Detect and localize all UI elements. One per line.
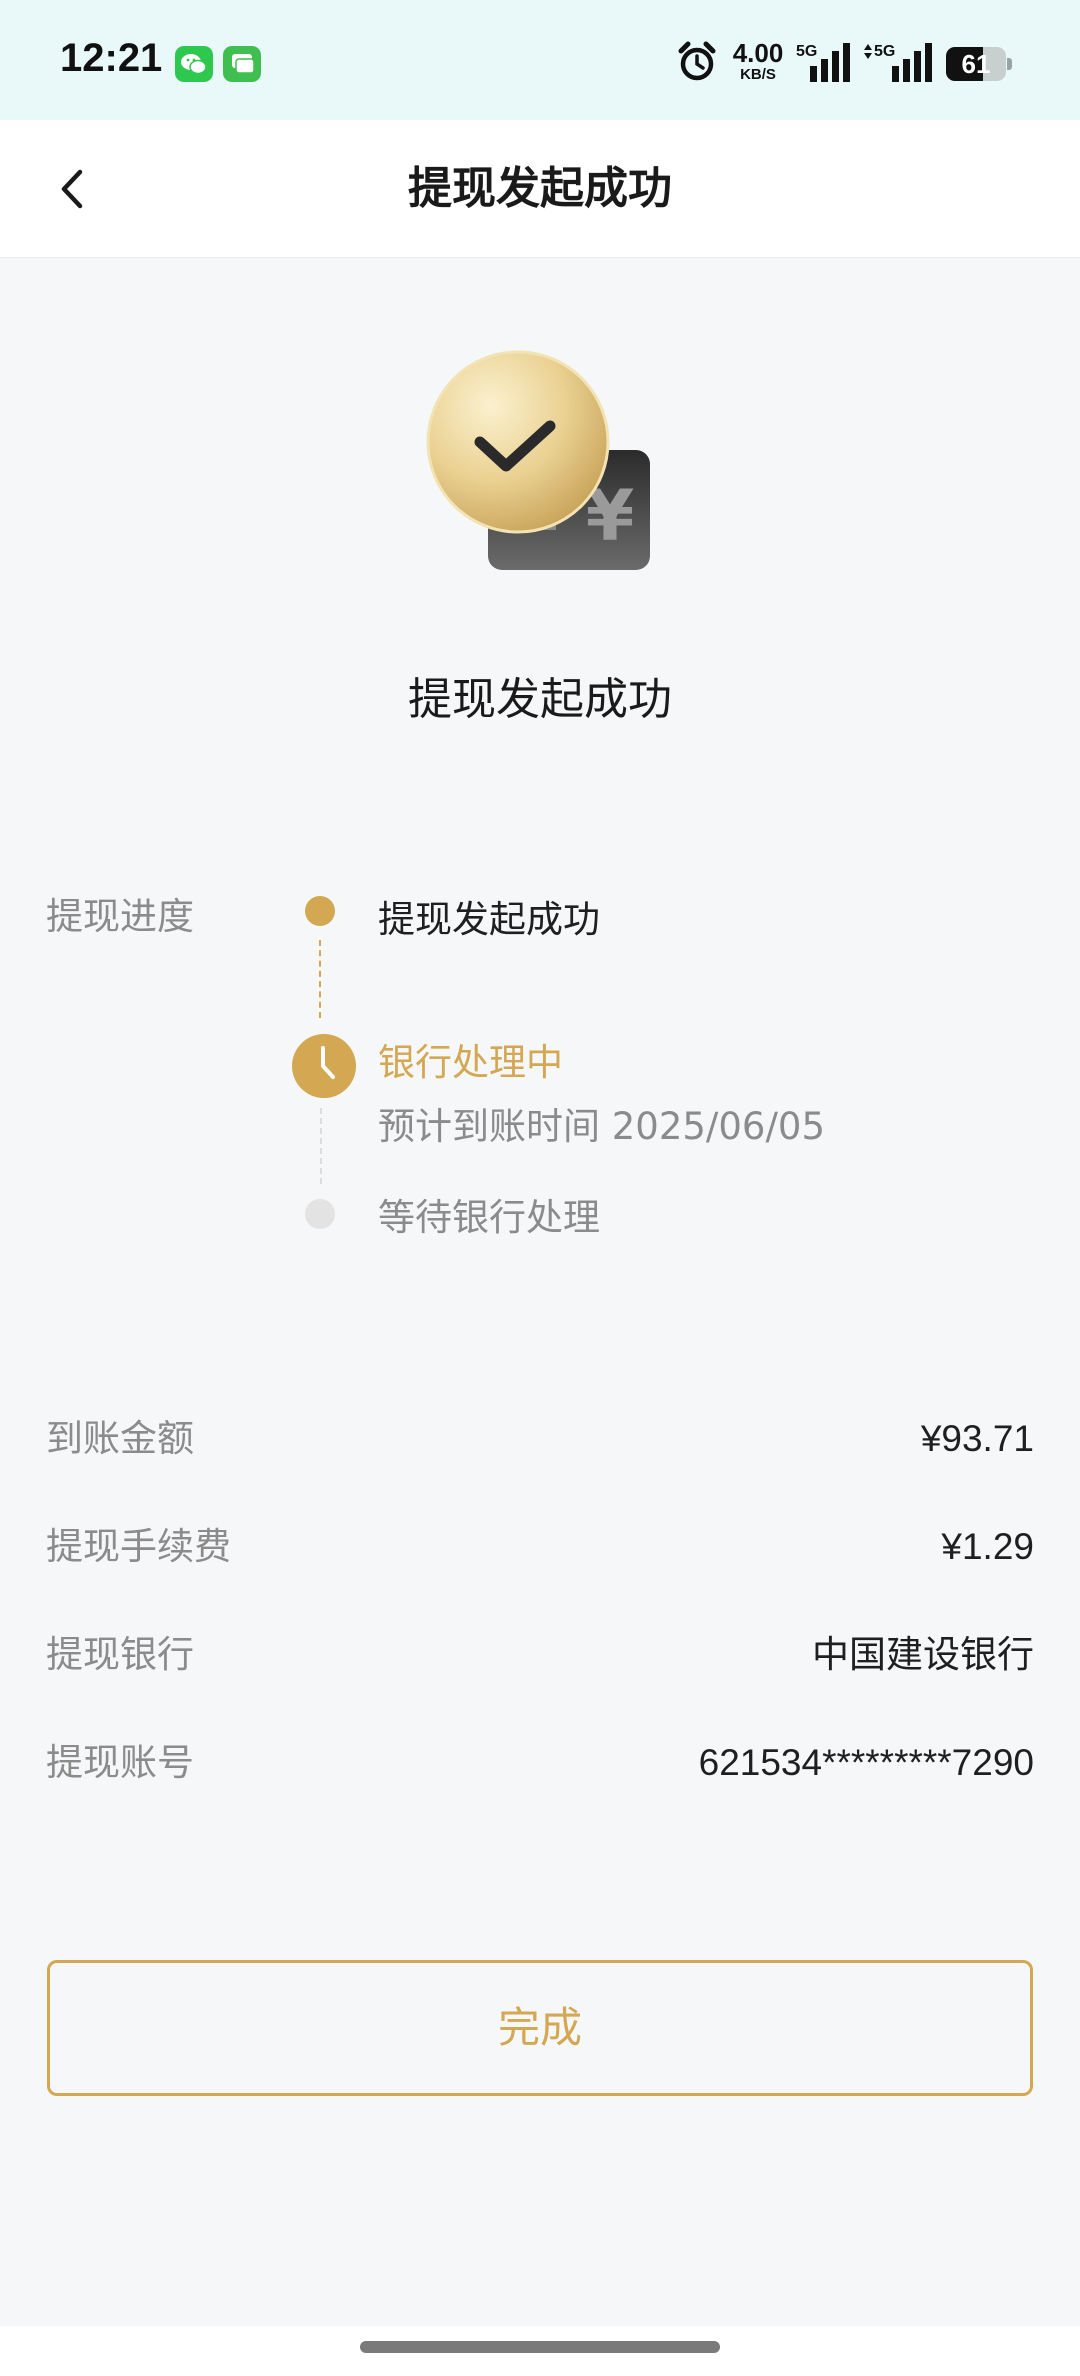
timeline-connector	[319, 940, 321, 1018]
battery-icon: 61	[946, 47, 1012, 81]
estimated-arrival-time: 预计到账时间 2025/06/05	[378, 1105, 826, 1148]
timeline-connector-pending	[320, 1108, 322, 1184]
step-done-dot	[305, 896, 335, 926]
svg-text:5G: 5G	[796, 43, 817, 60]
detail-value: ¥93.71	[920, 1418, 1034, 1459]
signal-icon: 5G	[796, 40, 852, 84]
nav-bar: 提现发起成功	[0, 120, 1080, 258]
battery-level: 61	[961, 49, 991, 79]
detail-label: 到账金额	[46, 1417, 194, 1460]
detail-label: 提现手续费	[46, 1525, 231, 1568]
network-speed-value: 4.00	[732, 38, 784, 68]
clock-icon	[292, 1034, 356, 1098]
detail-label: 提现账号	[46, 1741, 194, 1784]
page-title: 提现发起成功	[408, 163, 672, 214]
success-heading: 提现发起成功	[408, 674, 672, 725]
step-initiated: 提现发起成功	[378, 898, 600, 941]
message-icon	[223, 46, 261, 82]
step-bank-processing: 银行处理中	[378, 1041, 563, 1084]
detail-row-account: 提现账号 621534*********7290	[46, 1735, 1034, 1791]
svg-text:5G: 5G	[874, 43, 895, 60]
detail-value: 621534*********7290	[698, 1742, 1034, 1783]
alarm-icon	[676, 40, 718, 84]
detail-value: 中国建设银行	[812, 1634, 1034, 1675]
detail-row-bank: 提现银行 中国建设银行	[46, 1627, 1034, 1683]
status-bar: 12:21 4.00 KB/S 5G 5G 61	[0, 0, 1080, 120]
step-pending-dot	[305, 1199, 335, 1229]
home-indicator[interactable]	[360, 2341, 720, 2353]
status-time: 12:21	[60, 36, 163, 80]
detail-row-amount: 到账金额 ¥93.71	[46, 1411, 1034, 1467]
wechat-icon	[175, 46, 213, 82]
step-waiting-bank: 等待银行处理	[378, 1196, 600, 1239]
detail-label: 提现银行	[46, 1633, 194, 1676]
detail-row-fee: 提现手续费 ¥1.29	[46, 1519, 1034, 1575]
done-button[interactable]: 完成	[47, 1960, 1033, 2096]
progress-label: 提现进度	[46, 895, 194, 938]
detail-value: ¥1.29	[941, 1526, 1034, 1567]
network-speed: 4.00 KB/S	[726, 40, 790, 84]
signal-icon-2: 5G	[860, 40, 934, 84]
withdraw-success-icon: ¥	[420, 350, 660, 580]
network-speed-unit: KB/S	[740, 66, 776, 83]
